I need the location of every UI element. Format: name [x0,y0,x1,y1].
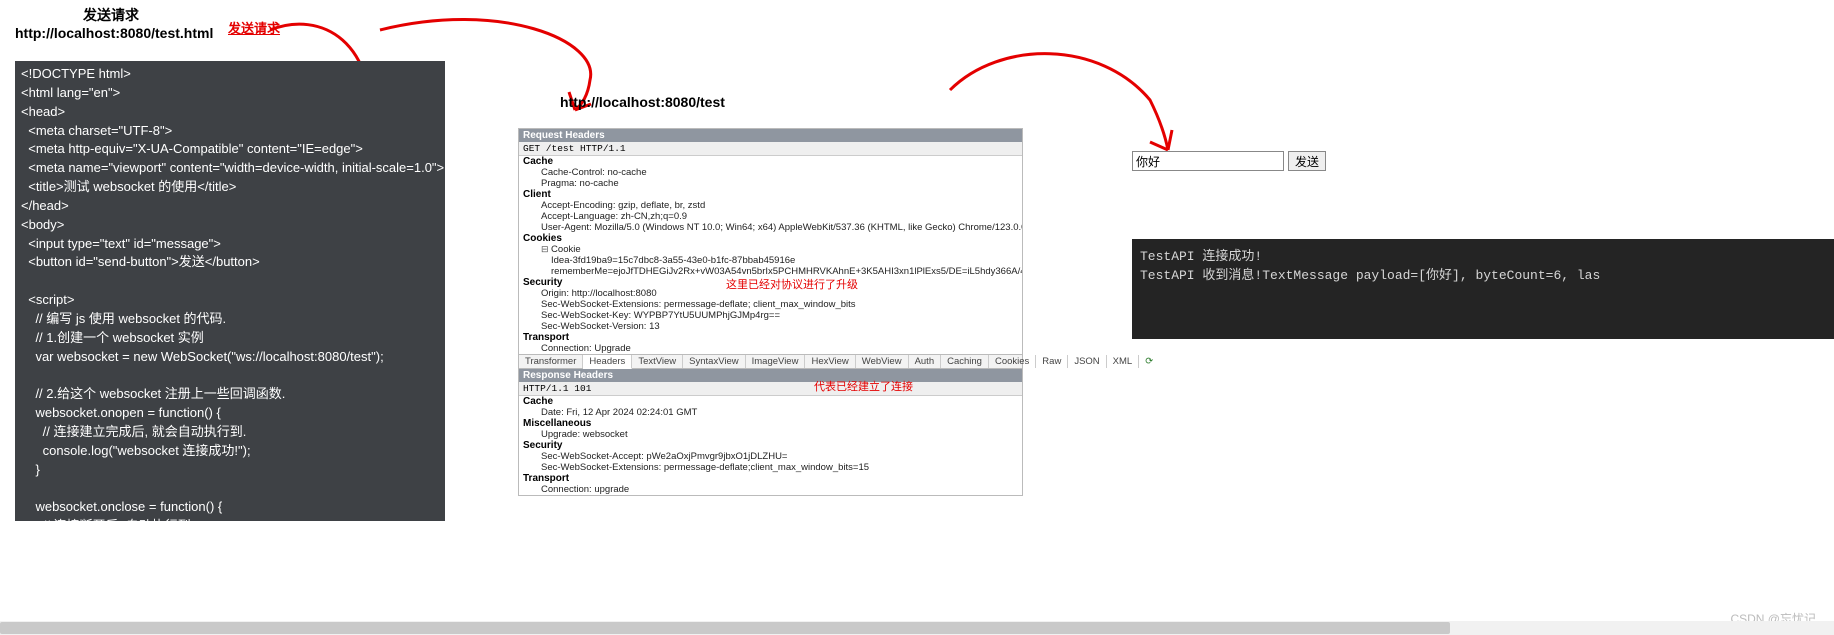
header-line: Sec-WebSocket-Version: 13 [519,321,1022,332]
scrollbar-thumb[interactable] [0,622,1450,634]
annotation-send-request: 发送请求 [228,18,280,37]
header-line: Sec-WebSocket-Extensions: permessage-def… [519,462,1022,473]
tab-cookies[interactable]: Cookies [989,355,1036,368]
tab-headers[interactable]: Headers [583,355,632,369]
console-output: TestAPI 连接成功! TestAPI 收到消息!TextMessage p… [1132,239,1834,339]
header-line: Upgrade: websocket [519,429,1022,440]
header-line: Date: Fri, 12 Apr 2024 02:24:01 GMT [519,407,1022,418]
refresh-icon[interactable]: ⟳ [1139,355,1159,368]
resp-section-transport: Transport [519,473,1022,484]
header-line: Sec-WebSocket-Key: WYPBP7YtU5UUMPhjGJMp4… [519,310,1022,321]
tab-hexview[interactable]: HexView [805,355,855,368]
section-cookies: Cookies [519,233,1022,244]
right-section: 发送 TestAPI 连接成功! TestAPI 收到消息!TextMessag… [1132,151,1832,339]
resp-section-misc: Miscellaneous [519,418,1022,429]
header-line: Connection: upgrade [519,484,1022,495]
response-line: HTTP/1.1 101 [519,382,1022,396]
left-section: 发送请求 http://localhost:8080/test.html <!D… [15,5,445,521]
source-code-block: <!DOCTYPE html> <html lang="en"> <head> … [15,61,445,521]
tab-transformer[interactable]: Transformer [519,355,583,368]
request-line: GET /test HTTP/1.1 [519,142,1022,156]
middle-section: http://localhost:8080/test Request Heade… [518,94,1023,496]
tabs-row: Transformer Headers TextView SyntaxView … [519,354,1022,369]
header-line: Connection: Upgrade [519,343,1022,354]
tab-auth[interactable]: Auth [909,355,942,368]
resp-section-security: Security [519,440,1022,451]
header-line: User-Agent: Mozilla/5.0 (Windows NT 10.0… [519,222,1022,233]
annotation-connection-established: 代表已经建立了连接 [814,378,913,394]
resp-section-cache: Cache [519,396,1022,407]
section-cache: Cache [519,156,1022,167]
console-line: TestAPI 收到消息!TextMessage payload=[你好], b… [1140,268,1600,283]
request-headers-title: Request Headers [519,129,1022,142]
header-line: Cache-Control: no-cache [519,167,1022,178]
section-transport: Transport [519,332,1022,343]
header-line: Pragma: no-cache [519,178,1022,189]
tab-imageview[interactable]: ImageView [746,355,806,368]
header-line: Accept-Encoding: gzip, deflate, br, zstd [519,200,1022,211]
tab-raw[interactable]: Raw [1036,355,1068,368]
request-url: http://localhost:8080/test [560,94,1023,110]
request-headers-panel: Request Headers GET /test HTTP/1.1 Cache… [518,128,1023,496]
header-line: Idea-3fd19ba9=15c7dbc8-3a55-43e0-b1fc-87… [519,255,1022,266]
header-line: Sec-WebSocket-Extensions: permessage-def… [519,299,1022,310]
send-button[interactable]: 发送 [1288,151,1326,171]
horizontal-scrollbar[interactable] [0,621,1834,635]
header-line: Sec-WebSocket-Accept: pWe2aOxjPmvgr9jbxO… [519,451,1022,462]
section-client: Client [519,189,1022,200]
console-line: TestAPI 连接成功! [1140,249,1262,264]
tab-json[interactable]: JSON [1068,355,1106,368]
tab-textview[interactable]: TextView [632,355,683,368]
tab-syntaxview[interactable]: SyntaxView [683,355,745,368]
tab-xml[interactable]: XML [1107,355,1140,368]
tab-caching[interactable]: Caching [941,355,989,368]
message-input[interactable] [1132,151,1284,171]
cookie-label[interactable]: Cookie [519,244,1022,255]
tab-webview[interactable]: WebView [856,355,909,368]
response-headers-title: Response Headers [519,369,1022,382]
annotation-protocol-upgraded: 这里已经对协议进行了升级 [726,276,858,292]
header-line: Accept-Language: zh-CN,zh;q=0.9 [519,211,1022,222]
